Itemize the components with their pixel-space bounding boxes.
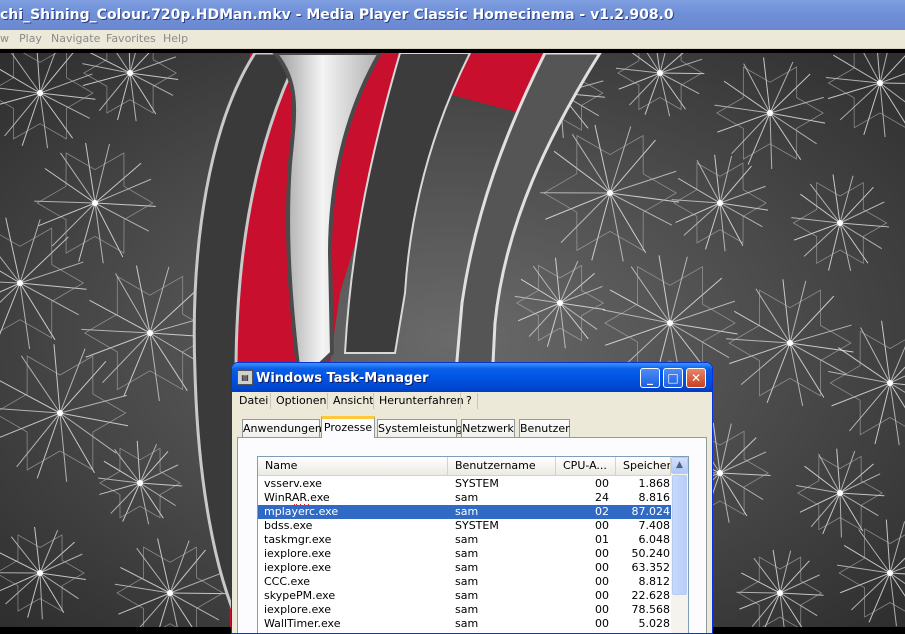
process-user: SYSTEM <box>455 477 555 491</box>
process-user: sam <box>455 561 555 575</box>
table-row[interactable]: iexplore.exe sam 00 63.352 <box>258 561 671 575</box>
process-rows: vsserv.exe SYSTEM 00 1.868 WinRAR.exe sa… <box>258 477 671 631</box>
process-cpu: 24 <box>565 491 609 505</box>
minimize-button[interactable]: _ <box>640 368 660 388</box>
process-cpu: 00 <box>565 603 609 617</box>
tab-netzwerk[interactable]: Netzwerk <box>461 419 515 437</box>
tab-systemleistung[interactable]: Systemleistung <box>377 419 457 437</box>
process-user: sam <box>455 491 555 505</box>
menu-ansicht[interactable]: Ansicht <box>333 394 374 407</box>
menu-divider <box>373 393 374 409</box>
column-header-user[interactable]: Benutzername <box>448 457 556 475</box>
process-memory: 8.812 <box>624 575 670 589</box>
media-player-menubar: w Play Navigate Favorites Help <box>0 30 905 49</box>
table-row[interactable]: vsserv.exe SYSTEM 00 1.868 <box>258 477 671 491</box>
column-header-name[interactable]: Name <box>258 457 448 475</box>
process-name: bdss.exe <box>264 519 444 533</box>
process-user: sam <box>455 589 555 603</box>
process-name: iexplore.exe <box>264 561 444 575</box>
close-button[interactable]: ✕ <box>686 368 706 388</box>
menu-divider <box>327 393 328 409</box>
process-cpu: 00 <box>565 519 609 533</box>
process-cpu: 00 <box>565 589 609 603</box>
table-row[interactable]: iexplore.exe sam 00 50.240 <box>258 547 671 561</box>
menu-view[interactable]: w <box>0 32 9 45</box>
menu-datei[interactable]: Datei <box>239 394 268 407</box>
process-user: sam <box>455 547 555 561</box>
tab-benutzer[interactable]: Benutzer <box>519 419 570 437</box>
process-cpu: 00 <box>565 547 609 561</box>
scroll-up-arrow-icon[interactable]: ▲ <box>671 457 688 474</box>
task-manager-menubar: Datei Optionen Ansicht Herunterfahren ? <box>232 392 712 411</box>
process-memory: 50.240 <box>624 547 670 561</box>
tab-prozesse[interactable]: Prozesse <box>321 416 375 438</box>
table-row[interactable]: CCC.exe sam 00 8.812 <box>258 575 671 589</box>
table-row-selected[interactable]: mplayerc.exe sam 02 87.024 <box>258 505 671 519</box>
process-user: sam <box>455 533 555 547</box>
process-cpu: 00 <box>565 575 609 589</box>
process-name: mplayerc.exe <box>264 505 444 519</box>
tab-anwendungen[interactable]: Anwendungen <box>242 419 320 437</box>
process-memory: 8.816 <box>624 491 670 505</box>
process-user: SYSTEM <box>455 519 555 533</box>
table-row[interactable]: WinRAR.exe sam 24 8.816 <box>258 491 671 505</box>
menu-divider <box>460 393 461 409</box>
media-player-title-bar[interactable]: chi_Shining_Colour.720p.HDMan.mkv - Medi… <box>0 0 905 30</box>
menu-play[interactable]: Play <box>19 32 42 45</box>
task-manager-title: Windows Task-Manager <box>256 371 429 386</box>
menu-navigate[interactable]: Navigate <box>51 32 100 45</box>
menu-divider <box>477 393 478 409</box>
process-cpu: 02 <box>565 505 609 519</box>
process-memory: 63.352 <box>624 561 670 575</box>
menu-divider <box>270 393 271 409</box>
process-name: iexplore.exe <box>264 547 444 561</box>
menu-help-question[interactable]: ? <box>466 394 472 407</box>
table-row[interactable]: iexplore.exe sam 00 78.568 <box>258 603 671 617</box>
process-list-header: Name Benutzername CPU-A... Speicher... <box>258 457 688 476</box>
process-memory: 78.568 <box>624 603 670 617</box>
process-memory: 87.024 <box>624 505 670 519</box>
process-name: vsserv.exe <box>264 477 444 491</box>
process-memory: 5.028 <box>624 617 670 631</box>
process-cpu: 00 <box>565 477 609 491</box>
process-list[interactable]: Name Benutzername CPU-A... Speicher... v… <box>257 456 689 634</box>
menu-favorites[interactable]: Favorites <box>106 32 156 45</box>
maximize-button[interactable]: □ <box>663 368 683 388</box>
process-name: taskmgr.exe <box>264 533 444 547</box>
vertical-scrollbar[interactable]: ▲ <box>671 457 688 634</box>
process-user: sam <box>455 575 555 589</box>
column-header-memory[interactable]: Speicher... <box>616 457 671 475</box>
process-user: sam <box>455 617 555 631</box>
menu-herunterfahren[interactable]: Herunterfahren <box>379 394 464 407</box>
task-manager-app-icon: ▤ <box>237 370 253 385</box>
table-row[interactable]: skypePM.exe sam 00 22.628 <box>258 589 671 603</box>
process-name: CCC.exe <box>264 575 444 589</box>
column-header-cpu[interactable]: CPU-A... <box>556 457 616 475</box>
process-cpu: 00 <box>565 561 609 575</box>
task-manager-title-bar[interactable]: ▤ Windows Task-Manager _ □ ✕ <box>232 363 712 392</box>
process-name: WallTimer.exe <box>264 617 444 631</box>
menu-optionen[interactable]: Optionen <box>276 394 326 407</box>
table-row[interactable]: WallTimer.exe sam 00 5.028 <box>258 617 671 631</box>
process-name: WinRAR.exe <box>264 491 444 505</box>
process-memory: 1.868 <box>624 477 670 491</box>
scroll-thumb[interactable] <box>672 475 687 595</box>
process-name: skypePM.exe <box>264 589 444 603</box>
table-row[interactable]: bdss.exe SYSTEM 00 7.408 <box>258 519 671 533</box>
process-memory: 22.628 <box>624 589 670 603</box>
process-user: sam <box>455 505 555 519</box>
menu-help[interactable]: Help <box>163 32 188 45</box>
table-row[interactable]: taskmgr.exe sam 01 6.048 <box>258 533 671 547</box>
process-name: iexplore.exe <box>264 603 444 617</box>
process-memory: 6.048 <box>624 533 670 547</box>
process-cpu: 00 <box>565 617 609 631</box>
process-cpu: 01 <box>565 533 609 547</box>
process-memory: 7.408 <box>624 519 670 533</box>
process-user: sam <box>455 603 555 617</box>
media-player-title: chi_Shining_Colour.720p.HDMan.mkv - Medi… <box>0 7 674 23</box>
task-manager-window[interactable]: ▤ Windows Task-Manager _ □ ✕ Datei Optio… <box>231 362 713 634</box>
